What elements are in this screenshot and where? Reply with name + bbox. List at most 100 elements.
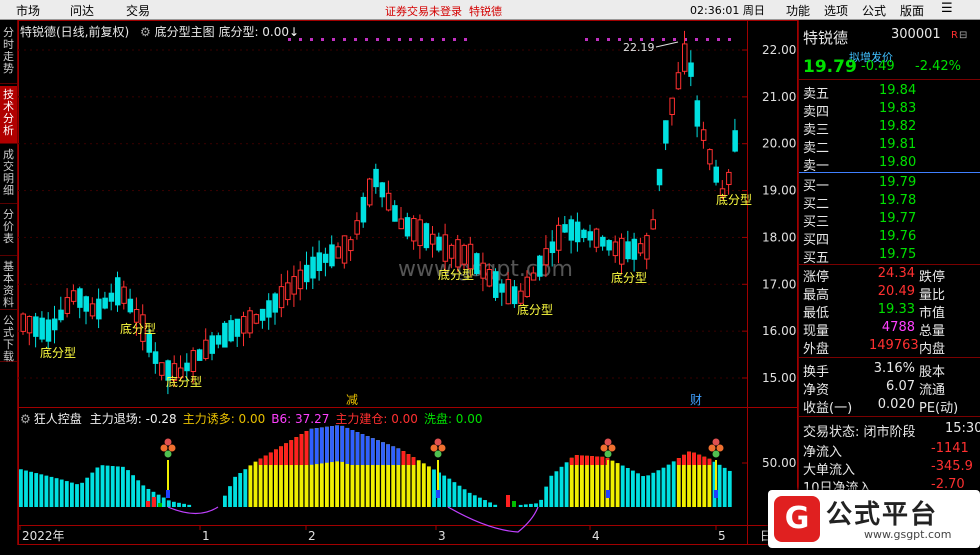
tab-6[interactable]: 公式下载 bbox=[0, 312, 17, 363]
control-bar-top bbox=[258, 458, 263, 465]
login-notice[interactable]: 证券交易未登录 特锐德 bbox=[385, 3, 502, 19]
menu-trade[interactable]: 交易 bbox=[126, 2, 150, 19]
y-tick-label: 15.00 bbox=[762, 371, 796, 385]
separator-line bbox=[799, 79, 980, 80]
control-bar bbox=[228, 486, 232, 507]
ask-row[interactable]: 卖三 19.82 bbox=[799, 118, 980, 138]
main-indicator-label[interactable]: ⚙ 底分型主图 底分型: 0.00↓ bbox=[140, 23, 299, 40]
control-bar bbox=[19, 469, 23, 507]
sub-indicator-title[interactable]: ⚙ 狂人控盘 主力退场: -0.28 主力诱多: 0.00 B6: 37.27 主力建仓:… bbox=[20, 410, 489, 427]
ask-row[interactable]: 卖五 19.84 bbox=[799, 82, 980, 102]
trade-status-time: 15:30 bbox=[945, 421, 980, 436]
candle-up bbox=[398, 218, 404, 230]
sub-indicator-name: 狂人控盘 bbox=[33, 412, 82, 426]
candle-down bbox=[379, 182, 386, 198]
sub-y-tick-label: 50.00 bbox=[762, 456, 796, 470]
menu-layout[interactable]: 版面 bbox=[900, 2, 924, 19]
control-bar bbox=[80, 482, 84, 507]
control-bar-top bbox=[682, 454, 686, 465]
stat-label: 收益(一) bbox=[803, 401, 853, 416]
gear-icon[interactable]: ⚙ bbox=[140, 25, 151, 39]
event-marker-reduce[interactable]: 减 bbox=[346, 393, 358, 407]
control-bar bbox=[34, 473, 39, 507]
control-bar bbox=[110, 466, 115, 507]
stat-label-2: PE(动) bbox=[919, 401, 959, 416]
bid-row[interactable]: 买四 19.76 bbox=[799, 228, 980, 248]
tab-2[interactable]: 技术分析 bbox=[0, 86, 17, 144]
control-bar-top bbox=[370, 438, 375, 465]
candle-up bbox=[411, 218, 417, 242]
signal-dot bbox=[695, 38, 698, 41]
bid-row[interactable]: 买一 19.79 bbox=[799, 174, 980, 194]
gear-icon[interactable]: ⚙ bbox=[20, 412, 31, 426]
tab-5[interactable]: 基本资料 bbox=[0, 258, 17, 310]
control-bar bbox=[478, 497, 482, 507]
signal-dot bbox=[332, 38, 335, 41]
menu-market[interactable]: 市场 bbox=[16, 2, 40, 19]
chart-canvas[interactable]: 22.00 21.00 20.00 19.00 18.00 17.00 16.00 15.00… bbox=[18, 20, 798, 545]
candle-up bbox=[64, 297, 71, 314]
control-bar bbox=[95, 467, 100, 507]
quote-panel: 特锐德 300001 R ⊟ 拟增发价 19.79 -0.49 -2.42% 卖五 19.84 卖四… bbox=[798, 20, 980, 545]
control-bar bbox=[136, 480, 141, 507]
control-bar bbox=[625, 467, 630, 507]
wash-bar bbox=[146, 501, 150, 507]
menu-function[interactable]: 功能 bbox=[786, 2, 810, 19]
tab-1[interactable]: 分时走势 bbox=[0, 24, 17, 84]
menu-wenda[interactable]: 问达 bbox=[70, 2, 94, 19]
kline-chart[interactable]: 22.00 21.00 20.00 19.00 18.00 17.00 16.00 15.00… bbox=[18, 20, 798, 545]
control-bar bbox=[223, 495, 227, 507]
candle-down bbox=[574, 221, 581, 243]
candle-up bbox=[20, 313, 26, 332]
ask-row[interactable]: 卖四 19.83 bbox=[799, 100, 980, 120]
signal-bulb bbox=[438, 444, 446, 452]
control-bar-top bbox=[707, 458, 712, 465]
y-tick-label: 16.00 bbox=[762, 324, 796, 338]
signal-dot bbox=[398, 38, 401, 41]
stat-row: 最低 19.33 市值 bbox=[799, 301, 980, 321]
stock-header: 特锐德 300001 R ⊟ bbox=[799, 26, 980, 47]
signal-dot bbox=[464, 38, 467, 41]
bottom-fractal-label: 底分型 bbox=[517, 302, 553, 317]
bid-row[interactable]: 买二 19.78 bbox=[799, 192, 980, 212]
candle-up bbox=[241, 316, 247, 334]
control-bar-top bbox=[279, 446, 283, 465]
event-marker-finance[interactable]: 财 bbox=[690, 393, 702, 407]
signal-base bbox=[436, 490, 440, 498]
candle-up bbox=[650, 219, 656, 230]
candle-up bbox=[26, 315, 33, 334]
x-axis-label: 2 bbox=[308, 529, 316, 543]
bottom-fractal-label: 底分型 bbox=[611, 270, 647, 285]
ask-row[interactable]: 卖二 19.81 bbox=[799, 136, 980, 156]
ask-row[interactable]: 卖一 19.80 bbox=[799, 154, 980, 174]
candle-down bbox=[581, 229, 587, 239]
bid-price: 19.75 bbox=[879, 247, 917, 262]
bid-row[interactable]: 买三 19.77 bbox=[799, 210, 980, 230]
tab-4[interactable]: 分价表 bbox=[0, 206, 17, 256]
control-bar bbox=[651, 472, 656, 507]
bottom-fractal-label: 底分型 bbox=[120, 321, 156, 336]
candle-down bbox=[656, 168, 663, 186]
stat-value: 24.34 bbox=[877, 266, 915, 281]
bid-price: 19.77 bbox=[879, 211, 917, 226]
menu-options[interactable]: 选项 bbox=[824, 2, 848, 19]
candle-down bbox=[266, 300, 272, 318]
b6-line bbox=[167, 506, 539, 533]
bid-row[interactable]: 买五 19.75 bbox=[799, 246, 980, 266]
left-tab-strip: 分时走势技术分析成交明细分价表基本资料公式下载 bbox=[0, 20, 18, 545]
menu-formula[interactable]: 公式 bbox=[862, 2, 886, 19]
stock-code: 300001 bbox=[891, 27, 941, 42]
candle-down bbox=[196, 349, 203, 361]
price-change-pct: -2.42% bbox=[915, 59, 961, 74]
tab-3[interactable]: 成交明细 bbox=[0, 146, 17, 204]
control-bar-top bbox=[330, 426, 334, 463]
signal-dot bbox=[717, 38, 720, 41]
signal-dot bbox=[453, 38, 456, 41]
candle-down bbox=[215, 335, 222, 345]
stock-name: 特锐德 bbox=[803, 29, 849, 47]
candle-up bbox=[675, 72, 682, 90]
candle-down bbox=[96, 298, 102, 320]
stat-row: 外盘 149763 内盘 bbox=[799, 337, 980, 357]
window-menu-icon[interactable]: ☰ bbox=[941, 1, 953, 16]
candle-up bbox=[291, 276, 297, 295]
